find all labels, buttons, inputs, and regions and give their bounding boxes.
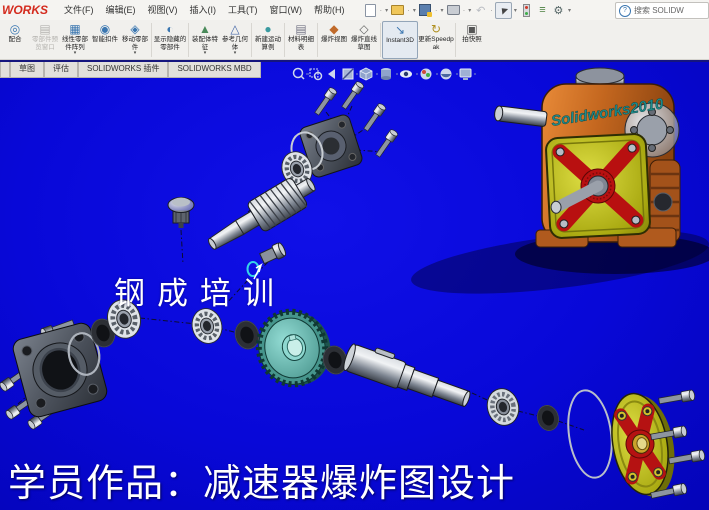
seal-ring[interactable] <box>535 403 562 433</box>
component-preview-button[interactable]: ▤零部件预览窗口 <box>30 21 60 59</box>
section-view-icon[interactable] <box>343 69 353 79</box>
assembly-features-button[interactable]: ▲装配体特征▾ <box>190 21 220 59</box>
bolt[interactable] <box>313 87 338 117</box>
rebuild-button[interactable] <box>519 3 534 18</box>
select-button[interactable] <box>495 2 512 19</box>
update-speedpak-icon: ↻ <box>431 22 441 36</box>
menu-insert[interactable]: 插入(I) <box>184 0 223 20</box>
exploded-view-button[interactable]: ◆爆炸视图 <box>319 21 349 59</box>
bolt[interactable] <box>374 129 399 159</box>
menu-help[interactable]: 帮助(H) <box>308 0 351 20</box>
zoom-area-icon[interactable] <box>310 69 322 80</box>
instant3d-icon: ↘ <box>395 23 405 37</box>
preview-window-icon: ▤ <box>39 22 50 36</box>
worm-gear[interactable] <box>251 303 338 393</box>
heads-up-toolbar <box>294 68 477 80</box>
rebuild-icon <box>523 4 530 17</box>
scene-icon[interactable] <box>441 69 452 80</box>
side-plug[interactable] <box>654 193 672 211</box>
menu-window[interactable]: 窗口(W) <box>264 0 309 20</box>
view-orientation-icon[interactable] <box>360 68 372 80</box>
bolt[interactable] <box>658 390 695 407</box>
watermark-text: 钢成培训 <box>114 268 286 313</box>
reference-geometry-icon: △ <box>230 22 239 36</box>
new-motion-study-button[interactable]: ●新建运动算例 <box>253 21 283 59</box>
display-style-icon[interactable] <box>381 68 391 80</box>
linear-pattern-icon: ▦ <box>69 22 80 36</box>
bolt[interactable] <box>362 103 387 133</box>
new-document-button[interactable] <box>363 3 378 18</box>
bom-icon: ▤ <box>295 22 306 36</box>
bill-of-materials-button[interactable]: ▤材料明细表 <box>286 21 316 59</box>
menu-bar: WORKS 文件(F) 编辑(E) 视图(V) 插入(I) 工具(T) 窗口(W… <box>0 0 709 21</box>
move-component-button[interactable]: ◈移动零部件▾ <box>120 21 150 59</box>
search-box[interactable]: ? 搜索 SOLIDW <box>615 2 709 19</box>
zoom-fit-icon[interactable] <box>294 69 305 80</box>
mate-icon: ◎ <box>10 22 20 36</box>
yellow-cover-with-bracket[interactable] <box>605 388 682 502</box>
linear-pattern-button[interactable]: ▦线性零部件阵列▾ <box>60 21 90 59</box>
assembly-features-icon: ▲ <box>199 22 211 36</box>
show-hidden-components-button[interactable]: ◐显示隐藏的零部件 <box>153 21 187 59</box>
quick-access-toolbar: ·▾ ·▾ ·▾ ·▾ ↶· ▾ ≡ ⚙▾ <box>363 2 572 19</box>
graphics-area[interactable]: 草图 评估 SOLIDWORKS 插件 SOLIDWORKS MBD <box>0 60 709 510</box>
explode-line-icon: ◇ <box>359 22 368 36</box>
view-settings-icon[interactable] <box>460 69 471 80</box>
file-properties-button[interactable]: ≡ <box>535 3 550 18</box>
search-input[interactable]: 搜索 SOLIDW <box>634 5 684 16</box>
oil-plug[interactable] <box>259 242 287 266</box>
undo-icon: ↶ <box>476 4 485 17</box>
gear-icon: ⚙ <box>554 4 564 17</box>
assembled-gearbox[interactable]: Solidworks2010 <box>494 68 680 247</box>
tapered-bearing[interactable] <box>483 385 523 429</box>
input-shaft[interactable] <box>494 105 547 126</box>
print-icon <box>447 5 460 15</box>
motion-study-icon: ● <box>264 22 271 36</box>
update-speedpak-button[interactable]: ↻更新Speedpak <box>418 21 454 59</box>
output-shaft[interactable] <box>342 339 475 413</box>
bolt[interactable] <box>340 81 365 111</box>
front-cover-plate[interactable] <box>545 133 650 238</box>
select-arrow-icon <box>499 5 508 14</box>
move-component-icon: ◈ <box>130 22 139 36</box>
instant3d-button[interactable]: ↘Instant3D <box>382 21 418 59</box>
worm-shaft[interactable] <box>201 169 321 260</box>
menu-view[interactable]: 视图(V) <box>142 0 184 20</box>
new-document-icon <box>365 4 376 17</box>
show-hidden-icon: ◐ <box>166 22 173 36</box>
previous-view-icon[interactable] <box>328 69 335 79</box>
smart-fasteners-icon: ◉ <box>100 22 110 36</box>
print-button[interactable] <box>446 3 461 18</box>
properties-icon: ≡ <box>539 4 545 16</box>
menu-tools[interactable]: 工具(T) <box>222 0 264 20</box>
solidworks-logo: WORKS <box>2 3 48 17</box>
command-manager: ◎配合 ▤零部件预览窗口 ▦线性零部件阵列▾ ◉智能扣件 ◈移动零部件▾ ◐显示… <box>0 20 709 60</box>
solidworks-window: WORKS 文件(F) 编辑(E) 视图(V) 插入(I) 工具(T) 窗口(W… <box>0 0 709 510</box>
open-button[interactable] <box>390 3 405 18</box>
model-scene[interactable]: Solidworks2010 <box>0 62 709 510</box>
appearance-icon[interactable] <box>421 69 432 80</box>
caption-text: 学员作品：减速器爆炸图设计 <box>8 452 515 507</box>
save-icon <box>419 4 431 16</box>
save-button[interactable] <box>418 3 433 18</box>
hide-show-icon[interactable] <box>400 70 412 78</box>
spacer-ring[interactable] <box>232 319 261 352</box>
menu-file[interactable]: 文件(F) <box>58 0 100 20</box>
undo-button[interactable]: ↶ <box>473 3 488 18</box>
mate-button[interactable]: ◎配合 <box>0 21 30 59</box>
help-icon[interactable]: ? <box>619 5 631 17</box>
menu-edit[interactable]: 编辑(E) <box>100 0 142 20</box>
exploded-view-icon: ◆ <box>329 22 338 36</box>
snapshot-camera-icon: ▣ <box>466 22 477 36</box>
open-icon <box>391 5 404 15</box>
options-button[interactable]: ⚙ <box>551 3 566 18</box>
reference-geometry-button[interactable]: △参考几何体▾ <box>220 21 250 59</box>
vent-cap[interactable] <box>168 198 194 229</box>
cover-gasket-o-ring[interactable] <box>563 388 617 481</box>
take-snapshot-button[interactable]: ▣拍快照 <box>457 21 487 59</box>
explode-line-sketch-button[interactable]: ◇爆炸直线草图 <box>349 21 379 59</box>
smart-fasteners-button[interactable]: ◉智能扣件 <box>90 21 120 59</box>
